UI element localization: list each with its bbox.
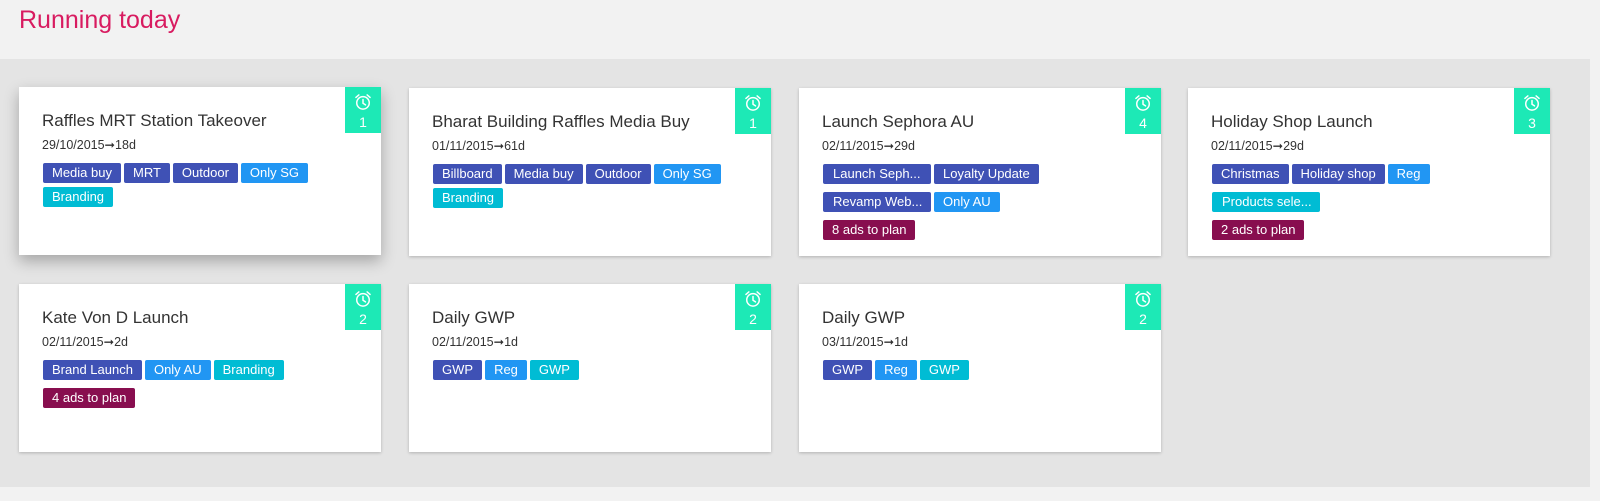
alarm-badge[interactable]: 2 — [345, 284, 381, 330]
tag[interactable]: Reg — [485, 360, 527, 380]
campaign-card[interactable]: 1 Raffles MRT Station Takeover 29/10/201… — [19, 87, 381, 255]
alarm-clock-icon — [355, 94, 371, 110]
tag[interactable]: GWP — [823, 360, 873, 380]
alarm-count: 2 — [359, 311, 367, 327]
alarm-count: 1 — [359, 114, 367, 130]
tag[interactable]: Branding — [213, 360, 284, 380]
alarm-count: 1 — [749, 115, 757, 131]
card-title: Bharat Building Raffles Media Buy — [432, 112, 690, 131]
alarm-count: 3 — [1528, 115, 1536, 131]
tag[interactable]: Reg — [1387, 164, 1430, 184]
tag[interactable]: Launch Seph... — [823, 164, 931, 184]
tag[interactable]: Brand Launch — [43, 360, 142, 380]
tag[interactable]: Outdoor — [585, 164, 651, 184]
ads-to-plan-badge[interactable]: 2 ads to plan — [1212, 220, 1305, 240]
card-date: 03/11/2015➞1d — [822, 335, 909, 349]
alarm-clock-icon — [1135, 95, 1151, 111]
card-title: Launch Sephora AU — [822, 112, 975, 131]
card-date: 02/11/2015➞29d — [1211, 139, 1304, 153]
card-date: 01/11/2015➞61d — [432, 139, 525, 153]
alarm-badge[interactable]: 3 — [1514, 88, 1550, 134]
ads-to-plan-badge[interactable]: 4 ads to plan — [43, 388, 136, 408]
tag[interactable]: Media buy — [43, 163, 121, 183]
campaign-card[interactable]: 2 Daily GWP 02/11/2015➞1d GWP Reg GWP — [409, 284, 771, 452]
alarm-badge[interactable]: 2 — [735, 284, 771, 330]
tag[interactable]: Loyalty Update — [934, 164, 1039, 184]
card-title: Daily GWP — [432, 308, 516, 327]
tag-list: Launch Seph... Loyalty Update Revamp Web… — [823, 164, 1123, 240]
tag-list: GWP Reg GWP — [433, 360, 733, 380]
tag-list: Christmas Holiday shop Reg Products sele… — [1212, 164, 1512, 240]
card-date: 02/11/2015➞2d — [42, 335, 129, 349]
alarm-count: 2 — [1139, 311, 1147, 327]
card-date: 29/10/2015➞18d — [42, 138, 136, 152]
page-title: Running today — [19, 6, 181, 34]
tag[interactable]: Branding — [43, 187, 114, 207]
tag[interactable]: Outdoor — [172, 163, 238, 183]
tag[interactable]: GWP — [919, 360, 969, 380]
alarm-clock-icon — [1524, 95, 1540, 111]
tag-list: Billboard Media buy Outdoor Only SG Bran… — [433, 164, 733, 208]
tag[interactable]: GWP — [529, 360, 579, 380]
tag[interactable]: Only AU — [144, 360, 211, 380]
tag[interactable]: Only SG — [653, 164, 721, 184]
card-title: Kate Von D Launch — [42, 308, 189, 327]
tag-list: Brand Launch Only AU Branding 4 ads to p… — [43, 360, 343, 408]
tag[interactable]: Only AU — [934, 192, 1000, 212]
tag[interactable]: GWP — [433, 360, 483, 380]
tag[interactable]: Reg — [875, 360, 917, 380]
alarm-clock-icon — [745, 291, 761, 307]
card-title: Raffles MRT Station Takeover — [42, 111, 267, 130]
card-date: 02/11/2015➞1d — [432, 335, 519, 349]
campaign-card[interactable]: 2 Kate Von D Launch 02/11/2015➞2d Brand … — [19, 284, 381, 452]
tag[interactable]: Revamp Web... — [823, 192, 931, 212]
card-title: Holiday Shop Launch — [1211, 112, 1373, 131]
card-title: Daily GWP — [822, 308, 906, 327]
alarm-badge[interactable]: 2 — [1125, 284, 1161, 330]
tag[interactable]: Christmas — [1212, 164, 1289, 184]
campaign-card[interactable]: 2 Daily GWP 03/11/2015➞1d GWP Reg GWP — [799, 284, 1161, 452]
tag[interactable]: Products sele... — [1212, 192, 1320, 212]
campaign-card[interactable]: 4 Launch Sephora AU 02/11/2015➞29d Launc… — [799, 88, 1161, 256]
tag-list: Media buy MRT Outdoor Only SG Branding — [43, 163, 343, 207]
ads-to-plan-badge[interactable]: 8 ads to plan — [823, 220, 916, 240]
alarm-clock-icon — [355, 291, 371, 307]
tag[interactable]: Media buy — [504, 164, 583, 184]
alarm-badge[interactable]: 1 — [735, 88, 771, 134]
campaign-card[interactable]: 1 Bharat Building Raffles Media Buy 01/1… — [409, 88, 771, 256]
tag[interactable]: Holiday shop — [1291, 164, 1385, 184]
alarm-clock-icon — [1135, 291, 1151, 307]
tag[interactable]: Billboard — [433, 164, 502, 184]
alarm-count: 4 — [1139, 115, 1147, 131]
tag[interactable]: Branding — [433, 188, 504, 208]
alarm-count: 2 — [749, 311, 757, 327]
campaign-grid: 1 Raffles MRT Station Takeover 29/10/201… — [0, 59, 1590, 487]
campaign-card[interactable]: 3 Holiday Shop Launch 02/11/2015➞29d Chr… — [1188, 88, 1550, 256]
tag-list: GWP Reg GWP — [823, 360, 1123, 380]
card-date: 02/11/2015➞29d — [822, 139, 915, 153]
alarm-clock-icon — [745, 95, 761, 111]
alarm-badge[interactable]: 1 — [345, 87, 381, 133]
tag[interactable]: Only SG — [240, 163, 309, 183]
tag[interactable]: MRT — [123, 163, 170, 183]
alarm-badge[interactable]: 4 — [1125, 88, 1161, 134]
